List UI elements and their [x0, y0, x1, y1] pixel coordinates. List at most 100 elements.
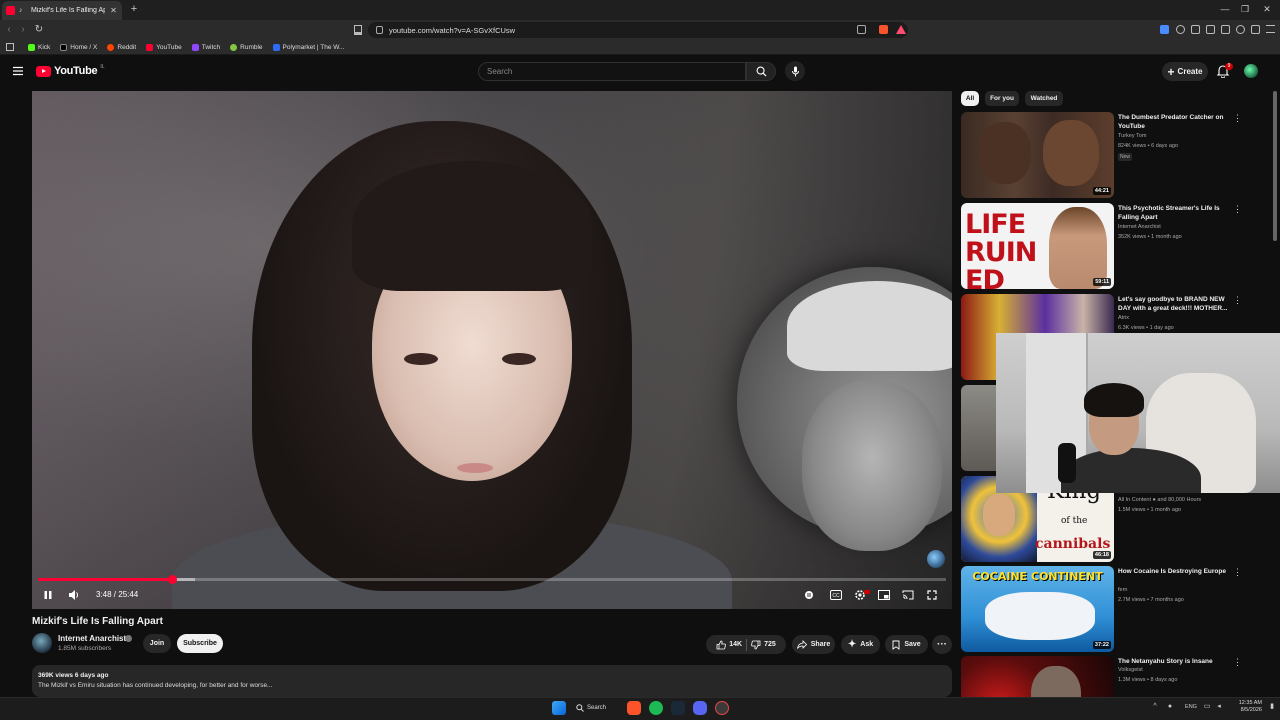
video-player[interactable]: [32, 91, 952, 609]
bookmark-polymarket[interactable]: Polymarket | The W...: [272, 43, 344, 51]
cast-icon[interactable]: [857, 25, 866, 34]
channel-name[interactable]: Internet Anarchist: [1118, 224, 1161, 230]
search-button[interactable]: [746, 62, 776, 81]
search-input[interactable]: Search: [478, 62, 746, 81]
extension-music-icon[interactable]: [1191, 25, 1200, 34]
autoplay-toggle[interactable]: [802, 588, 816, 602]
more-vertical-icon[interactable]: ⋮: [1233, 204, 1242, 216]
chip-for-you[interactable]: For you: [985, 91, 1019, 106]
discord-icon[interactable]: [693, 701, 707, 715]
extension-chat-icon[interactable]: [1176, 25, 1185, 34]
recommendation-item[interactable]: The Netanyahu Story is Insane Volksgeist…: [961, 656, 1261, 697]
clock[interactable]: 12:35 AM 8/5/2026: [1228, 700, 1262, 714]
window-close-icon[interactable]: ✕: [1258, 3, 1276, 15]
bookmark-youtube[interactable]: YouTube: [146, 43, 182, 51]
spotify-icon[interactable]: [649, 701, 663, 715]
ask-button[interactable]: ✦ Ask: [841, 635, 880, 654]
more-vertical-icon[interactable]: ⋮: [1233, 567, 1242, 579]
channel-avatar[interactable]: [32, 633, 52, 653]
subtitles-button[interactable]: CC: [829, 588, 843, 602]
brave-rewards-icon[interactable]: [896, 25, 906, 34]
extensions-puzzle-icon[interactable]: [1236, 25, 1245, 34]
video-thumbnail[interactable]: 44:21: [961, 112, 1114, 198]
apps-grid-icon[interactable]: [6, 43, 14, 51]
channel-name[interactable]: fern: [1118, 587, 1127, 593]
video-thumbnail[interactable]: COCAINE CONTINENT 37:22: [961, 566, 1114, 652]
language-indicator[interactable]: ENG: [1184, 703, 1198, 711]
video-title[interactable]: The Dumbest Predator Catcher on YouTube: [1118, 113, 1230, 131]
browser-menu-icon[interactable]: [1266, 25, 1275, 33]
brave-browser-icon[interactable]: [627, 701, 641, 715]
join-button[interactable]: Join: [143, 634, 171, 653]
network-icon[interactable]: ▭: [1203, 703, 1211, 711]
audio-playing-icon[interactable]: ♪: [19, 7, 27, 15]
share-button[interactable]: Share: [792, 635, 835, 654]
browser-tab-active[interactable]: ♪ Mizkif's Life Is Falling Apart ✕: [2, 1, 122, 20]
page-scrollbar[interactable]: [1273, 91, 1277, 241]
notification-center-icon[interactable]: ▮: [1268, 703, 1276, 711]
account-avatar[interactable]: [1244, 64, 1258, 78]
bookmark-twitch[interactable]: Twitch: [191, 43, 220, 51]
maximize-icon[interactable]: ❐: [1236, 3, 1254, 15]
taskbar-search[interactable]: Search: [576, 700, 618, 716]
like-button[interactable]: 14K: [716, 640, 742, 650]
speaker-icon[interactable]: ◂: [1215, 703, 1223, 711]
mute-button[interactable]: [67, 588, 81, 602]
voice-search-button[interactable]: [785, 61, 805, 81]
video-title[interactable]: How Cocaine Is Destroying Europe: [1118, 567, 1230, 576]
site-info-icon[interactable]: [376, 26, 383, 34]
recommendation-item[interactable]: 44:21 The Dumbest Predator Catcher on Yo…: [961, 112, 1261, 198]
channel-name[interactable]: Atrix: [1118, 315, 1129, 321]
steam-icon[interactable]: [671, 701, 685, 715]
new-tab-icon[interactable]: +: [128, 3, 140, 15]
recommendation-item[interactable]: COCAINE CONTINENT 37:22 How Cocaine Is D…: [961, 566, 1261, 652]
bookmark-x[interactable]: Home / X: [60, 43, 97, 51]
video-title[interactable]: This Psychotic Streamer's Life Is Fallin…: [1118, 204, 1230, 222]
video-title[interactable]: Let's say goodbye to BRAND NEW DAY with …: [1118, 295, 1230, 313]
windows-start-icon[interactable]: [552, 701, 566, 715]
fullscreen-button[interactable]: [925, 588, 939, 602]
hamburger-menu-icon[interactable]: [12, 65, 24, 77]
bookmark-page-icon[interactable]: [354, 25, 362, 35]
miniplayer-button[interactable]: [877, 588, 891, 602]
video-thumbnail[interactable]: [961, 656, 1114, 697]
minimize-icon[interactable]: —: [1216, 3, 1234, 15]
extension-translate-icon[interactable]: [1160, 25, 1169, 34]
youtube-logo[interactable]: YouTube IL: [36, 64, 105, 77]
progress-scrubber-handle[interactable]: [167, 575, 177, 584]
channel-name[interactable]: Internet Anarchist: [58, 634, 126, 643]
description-box[interactable]: [32, 665, 952, 697]
save-button[interactable]: Save: [885, 635, 928, 654]
video-thumbnail[interactable]: LIFE RUINED 59:11: [961, 203, 1114, 289]
channel-name[interactable]: Turkey Tom: [1118, 133, 1146, 139]
bookmark-kick[interactable]: Kick: [28, 43, 50, 51]
channel-name[interactable]: Volksgeist: [1118, 667, 1143, 673]
channel-name[interactable]: All In Content ● and 80,000 Hours: [1118, 497, 1201, 503]
back-icon[interactable]: ‹: [4, 24, 14, 36]
address-bar[interactable]: youtube.com/watch?v=A-SGvXfCUsw: [368, 22, 908, 38]
bookmark-rumble[interactable]: Rumble: [230, 43, 263, 51]
channel-watermark-icon[interactable]: [927, 550, 945, 568]
app-icon[interactable]: [715, 701, 729, 715]
chip-watched[interactable]: Watched: [1025, 91, 1063, 106]
brave-shields-icon[interactable]: [879, 25, 888, 34]
tab-close-icon[interactable]: ✕: [109, 6, 118, 15]
recommendation-item[interactable]: LIFE RUINED 59:11 This Psychotic Streame…: [961, 203, 1261, 289]
more-vertical-icon[interactable]: ⋮: [1233, 657, 1242, 669]
more-actions-button[interactable]: ···: [932, 635, 952, 654]
tray-overflow-icon[interactable]: ^: [1151, 703, 1159, 711]
forward-icon[interactable]: ›: [18, 24, 28, 36]
pause-button[interactable]: [41, 588, 55, 602]
vpn-icon[interactable]: [1251, 25, 1260, 34]
wallet-icon[interactable]: [1221, 25, 1230, 34]
bookmark-reddit[interactable]: Reddit: [107, 43, 136, 51]
tray-microphone-icon[interactable]: ●: [1166, 703, 1174, 711]
chip-all[interactable]: All: [961, 91, 979, 106]
create-button[interactable]: + Create: [1162, 62, 1208, 81]
more-vertical-icon[interactable]: ⋮: [1233, 113, 1242, 125]
subscribe-button[interactable]: Subscribe: [177, 634, 223, 653]
video-title[interactable]: The Netanyahu Story is Insane: [1118, 657, 1230, 666]
cast-button[interactable]: [901, 588, 915, 602]
sidebar-toggle-icon[interactable]: [1206, 25, 1215, 34]
dislike-button[interactable]: 725: [751, 640, 776, 650]
